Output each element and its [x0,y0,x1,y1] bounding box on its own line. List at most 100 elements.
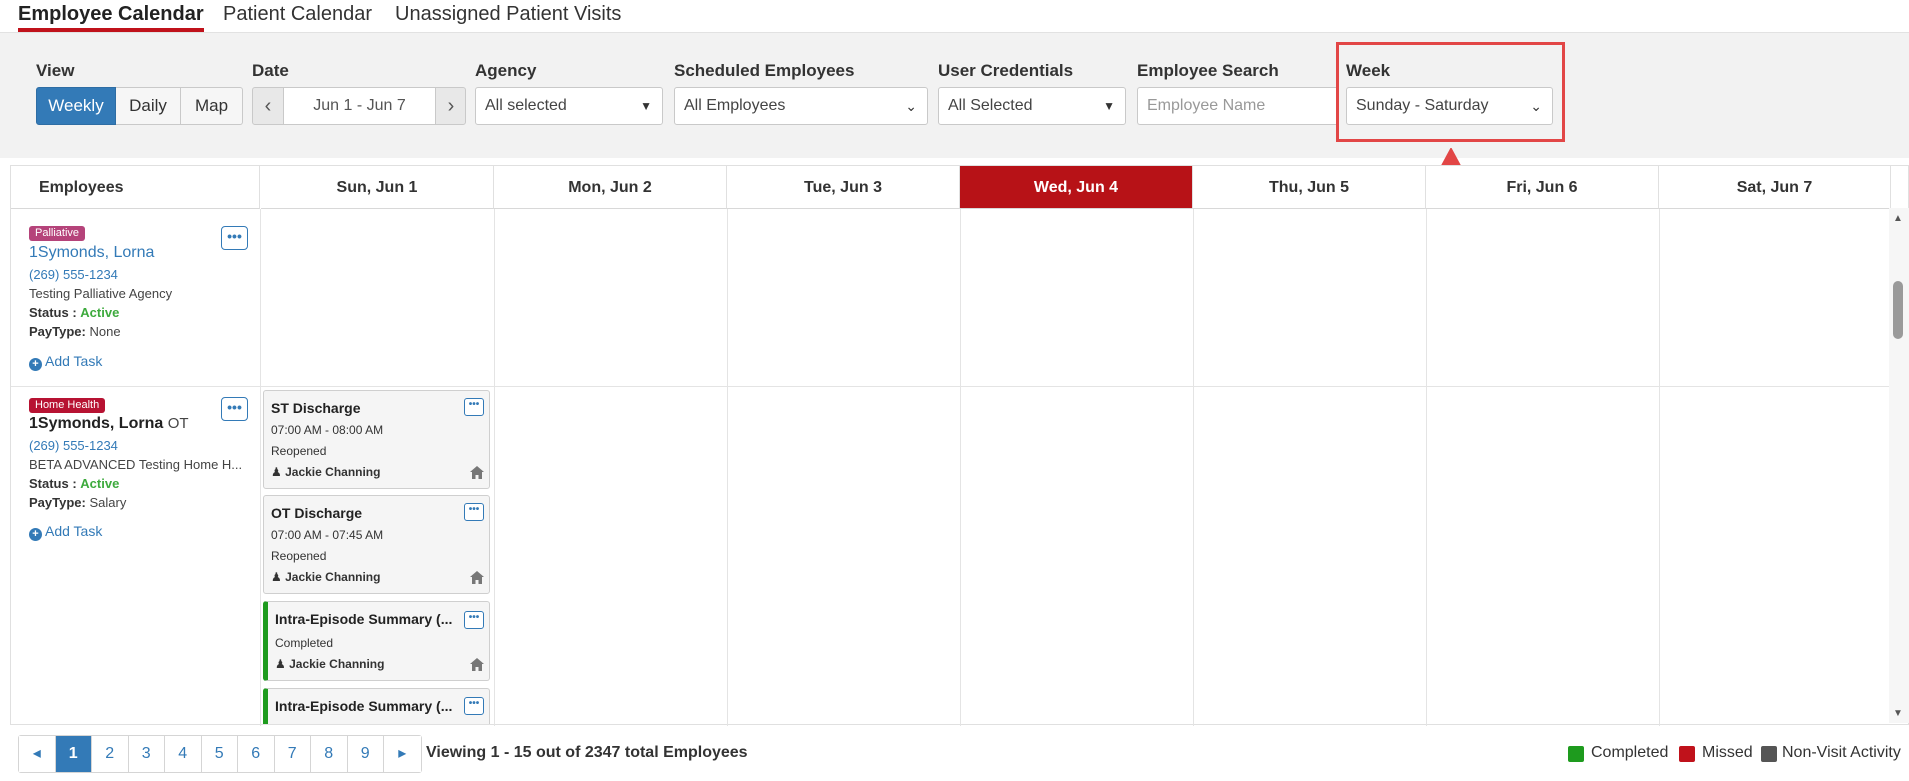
task-assignee: ♟ Jackie Channing [271,570,381,584]
employee-paytype: PayType: Salary [29,495,127,510]
viewing-count: Viewing 1 - 15 out of 2347 total Employe… [426,744,748,761]
employee-phone-link[interactable]: (269) 555-1234 [29,267,118,282]
user-icon: ♟ [275,657,286,671]
employee-agency: BETA ADVANCED Testing Home H... [29,457,243,472]
chevron-down-icon: ⌄ [905,98,917,114]
divider [494,209,495,726]
page-5-button[interactable]: 5 [201,736,238,772]
user-icon: ♟ [271,465,282,479]
row-divider [11,386,1891,387]
user-credentials-label: User Credentials [938,61,1074,80]
task-status: Completed [275,636,334,650]
date-range-picker: ‹ Jun 1 - Jun 7 › [252,87,466,125]
employee-phone-link[interactable]: (269) 555-1234 [29,438,118,453]
add-task-link[interactable]: + Add Task [29,523,102,541]
pagination: ◂ 1 2 3 4 5 6 7 8 9 ▸ [18,735,422,773]
date-range-value[interactable]: Jun 1 - Jun 7 [283,88,436,124]
scheduled-employees-value: All Employees [684,97,786,114]
more-options-button[interactable]: ••• [221,397,248,421]
legend-non-visit-activity: Non-Visit Activity [1782,744,1901,761]
more-options-button[interactable]: ••• [221,226,248,250]
view-map-button[interactable]: Map [181,87,243,125]
page-6-button[interactable]: 6 [238,736,275,772]
scrollbar-thumb[interactable] [1893,281,1903,339]
legend-completed-swatch [1568,746,1584,762]
scheduled-employees-label: Scheduled Employees [674,61,855,80]
task-card-completed[interactable]: Intra-Episode Summary (... ••• [263,688,490,724]
day-header-fri: Fri, Jun 6 [1426,166,1659,209]
legend-missed: Missed [1702,744,1753,761]
employee-status: Status : Active [29,476,120,491]
divider [260,209,261,726]
view-weekly-button[interactable]: Weekly [36,87,116,125]
employee-agency: Testing Palliative Agency [29,286,173,301]
view-label: View [36,61,75,80]
divider [960,209,961,726]
task-title: Intra-Episode Summary (... [275,611,453,627]
day-header-wed-today: Wed, Jun 4 [960,166,1193,209]
agency-value: All selected [485,97,567,114]
caret-down-icon: ▼ [640,99,652,113]
tab-patient-calendar[interactable]: Patient Calendar [223,2,372,32]
day-header-sun: Sun, Jun 1 [261,166,494,209]
tab-employee-calendar[interactable]: Employee Calendar [18,2,204,32]
task-options-button[interactable]: ••• [464,697,484,715]
prev-week-button[interactable]: ‹ [253,88,283,124]
task-time: 07:00 AM - 07:45 AM [271,528,384,542]
home-icon [470,571,484,584]
divider [1659,209,1660,726]
page-2-button[interactable]: 2 [92,736,129,772]
page-4-button[interactable]: 4 [165,736,202,772]
task-card[interactable]: OT Discharge ••• 07:00 AM - 07:45 AM Reo… [263,495,490,594]
date-label: Date [252,61,289,80]
legend-completed: Completed [1591,744,1669,761]
task-card[interactable]: ST Discharge ••• 07:00 AM - 08:00 AM Reo… [263,390,490,489]
task-assignee: ♟ Jackie Channing [271,465,381,479]
day-header-tue: Tue, Jun 3 [727,166,960,209]
plus-circle-icon: + [29,528,42,541]
next-page-button[interactable]: ▸ [384,736,421,772]
employee-name-link[interactable]: 1Symonds, Lorna [29,244,154,262]
add-task-link[interactable]: + Add Task [29,353,102,371]
task-title: Intra-Episode Summary (... [275,698,453,714]
agency-badge: Home Health [29,398,106,413]
calendar-scrollbar[interactable]: ▲ ▼ [1889,208,1909,723]
week-highlight-box [1336,42,1565,142]
page-3-button[interactable]: 3 [128,736,165,772]
user-icon: ♟ [271,570,282,584]
filter-bar: View Weekly Daily Map Date ‹ Jun 1 - Jun… [0,33,1909,158]
employee-search-input[interactable]: Employee Name [1137,87,1337,125]
page-9-button[interactable]: 9 [347,736,384,772]
task-status: Reopened [271,549,327,563]
task-options-button[interactable]: ••• [464,611,484,629]
employee-name[interactable]: 1Symonds, Lorna OT [29,415,189,433]
scroll-down-icon[interactable]: ▼ [1893,708,1903,719]
legend-missed-swatch [1679,746,1695,762]
next-week-button[interactable]: › [436,88,466,124]
scheduled-employees-select[interactable]: All Employees ⌄ [674,87,928,125]
plus-circle-icon: + [29,358,42,371]
view-daily-button[interactable]: Daily [116,87,181,125]
tab-unassigned-patient-visits[interactable]: Unassigned Patient Visits [395,2,621,32]
task-title: OT Discharge [271,505,363,521]
caret-down-icon: ▼ [1103,99,1115,113]
divider [1426,209,1427,726]
page-7-button[interactable]: 7 [274,736,311,772]
page-1-button[interactable]: 1 [55,736,92,772]
task-options-button[interactable]: ••• [464,398,484,416]
home-icon [470,658,484,671]
user-credentials-select[interactable]: All Selected ▼ [938,87,1126,125]
calendar-tabs: Employee Calendar Patient Calendar Unass… [0,0,1909,33]
page-8-button[interactable]: 8 [311,736,348,772]
employees-header: Employees [11,166,260,209]
prev-page-button[interactable]: ◂ [19,736,56,772]
home-icon [470,466,484,479]
task-time: 07:00 AM - 08:00 AM [271,423,384,437]
legend-non-visit-swatch [1761,746,1777,762]
employee-search-label: Employee Search [1137,61,1279,80]
task-options-button[interactable]: ••• [464,503,484,521]
agency-select[interactable]: All selected ▼ [475,87,663,125]
scroll-up-icon[interactable]: ▲ [1893,213,1903,224]
task-card-completed[interactable]: Intra-Episode Summary (... ••• Completed… [263,601,490,681]
employee-paytype: PayType: None [29,324,121,339]
